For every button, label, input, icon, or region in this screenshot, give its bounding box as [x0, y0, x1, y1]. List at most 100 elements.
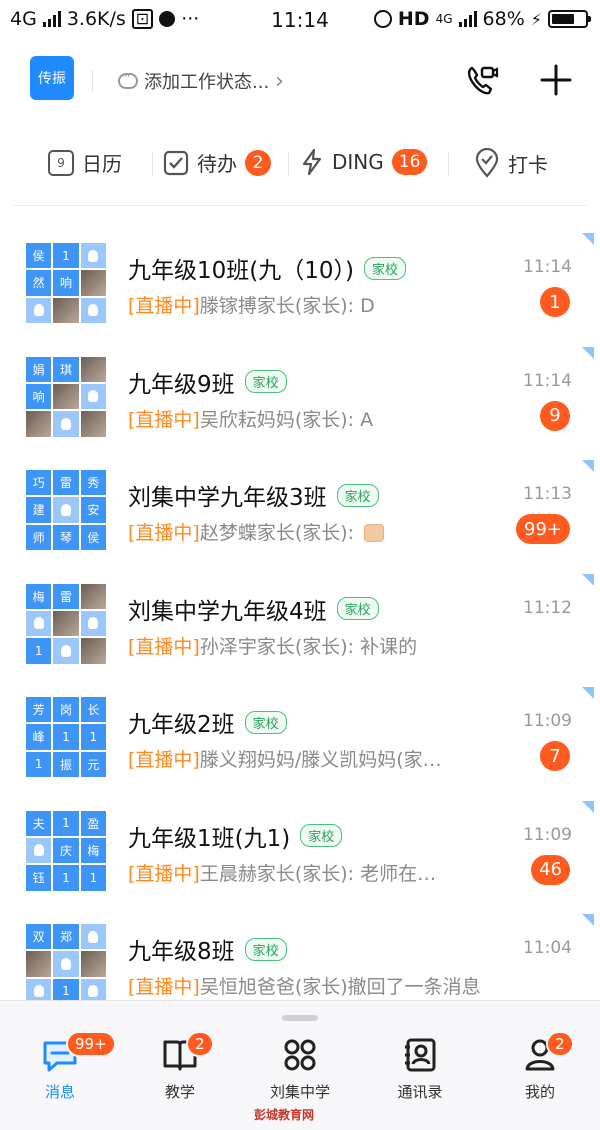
home-school-tag: 家校 [363, 256, 406, 280]
conversation-title-line: 刘集中学九年级3班 家校 [128, 478, 379, 512]
pinned-corner-icon [582, 346, 594, 359]
home-school-tag: 家校 [336, 597, 379, 620]
thumbs-up-icon [364, 524, 385, 542]
conversation-title-line: 九年级2班 家校 [128, 705, 287, 739]
avatar-cell [80, 297, 106, 323]
tab-teaching[interactable]: 教学 2 [120, 1031, 240, 1102]
conversation-title: 九年级2班 [128, 712, 235, 738]
tab-label: 教学 [164, 1083, 195, 1101]
avatar-cell: 响 [26, 383, 52, 410]
home-school-tag: 家校 [244, 710, 287, 734]
conversation-row[interactable]: 巧雷秀建 安师琴侯 刘集中学九年级3班 家校 11:13 [直播中]赵梦蝶家长(家… [0, 452, 600, 565]
pinned-corner-icon [582, 573, 594, 586]
avatar-cell: 岗 [53, 697, 79, 723]
tab-school[interactable]: 刘集中学 [240, 1037, 360, 1102]
conversation-time: 11:09 [523, 824, 572, 845]
org-badge[interactable]: 传振 [30, 56, 74, 100]
avatar-cell: 双 [26, 924, 52, 950]
checkin-button[interactable]: 打卡 [474, 148, 548, 178]
live-indicator: [直播中] [128, 408, 200, 431]
conversation-row[interactable]: 梅雷 1 刘集中学九年级4班 家校 11:12 [直播中]孙泽宇家长(家长): 补… [0, 566, 600, 679]
avatar-cell: 振 [53, 751, 79, 777]
phone-video-icon [467, 66, 499, 95]
preview-text: 孙泽宇家长(家长): 补课的 [199, 635, 418, 658]
conversation-time: 11:13 [523, 484, 572, 504]
unread-badge: 46 [531, 854, 570, 885]
live-indicator: [直播中] [128, 635, 200, 658]
avatar-cell [53, 610, 79, 637]
unread-badge: 7 [540, 741, 570, 771]
preview-text: 吴欣耘妈妈(家长): A [199, 408, 374, 431]
network-right-label: 4G [435, 12, 453, 26]
pinned-corner-icon [582, 800, 594, 813]
quick-bar: 9 日历 待办 2 DING 16 打卡 [0, 140, 600, 190]
avatar-cell: 1 [53, 865, 79, 891]
tab-badge: 2 [546, 1031, 574, 1057]
avatar-cell [26, 411, 52, 437]
conversation-title: 九年级10班(九（10）) [128, 258, 354, 284]
conversation-row[interactable]: 芳岗长峰111振元 九年级2班 家校 11:09 [直播中]滕义翔妈妈/滕义凯妈… [0, 679, 600, 792]
avatar-cell [53, 383, 79, 410]
video-call-button[interactable] [462, 60, 502, 100]
avatar-cell [80, 583, 106, 609]
avatar-cell [80, 356, 106, 382]
avatar-cell: 峰 [26, 724, 52, 750]
conversation-preview: [直播中]王晨赫家长(家长): 老师在… [128, 859, 518, 886]
avatar-cell: 1 [53, 243, 79, 269]
tab-label: 通讯录 [397, 1083, 443, 1101]
conversation-row[interactable]: 侯1然响 九年级10班(九（10）) 家校 11:14 [直播中]滕镓搏家长(家… [0, 225, 600, 338]
ding-label: DING [332, 150, 384, 174]
avatar-cell [80, 951, 106, 977]
add-button[interactable] [536, 60, 576, 100]
live-indicator: [直播中] [128, 295, 200, 317]
group-avatar: 夫1盈庆梅钰11 [26, 810, 106, 891]
preview-text: 王晨赫家长(家长): 老师在… [199, 862, 437, 885]
conversation-preview: [直播中]吴欣耘妈妈(家长): A [128, 405, 518, 432]
tab-me[interactable]: 我的 2 [480, 1031, 600, 1102]
avatar-cell [26, 610, 52, 637]
todo-badge: 2 [245, 149, 271, 176]
avatar-cell [80, 243, 106, 269]
calendar-button[interactable]: 9 日历 [48, 148, 122, 177]
home-school-tag: 家校 [244, 370, 287, 393]
conversation-row[interactable]: 娟琪响 九年级9班 家校 11:14 [直播中]吴欣耘妈妈(家长): A 9 [0, 339, 600, 452]
tab-badge: 2 [186, 1031, 214, 1057]
tab-messages[interactable]: 消息 99+ [0, 1031, 120, 1102]
ding-badge: 16 [391, 149, 428, 175]
conversation-title: 九年级1班(九1) [128, 825, 291, 852]
avatar-cell: 郑 [53, 924, 79, 950]
avatar-cell [80, 270, 106, 296]
battery-icon [548, 10, 591, 28]
avatar-cell: 1 [80, 865, 106, 891]
drag-handle[interactable] [282, 1015, 318, 1021]
grid-icon [284, 1039, 316, 1071]
avatar-cell: 侯 [26, 243, 52, 269]
work-status-button[interactable]: 添加工作状态... › [118, 68, 284, 94]
pinned-corner-icon [582, 460, 594, 472]
avatar-cell: 雷 [53, 470, 79, 496]
avatar-cell: 巧 [26, 470, 52, 496]
header-divider [92, 70, 93, 92]
quickbar-divider [448, 152, 449, 176]
hd-label: HD [397, 8, 430, 30]
live-indicator: [直播中] [128, 862, 200, 885]
live-indicator: [直播中] [128, 522, 200, 544]
ding-button[interactable]: DING 16 [300, 148, 428, 176]
avatar-cell [53, 297, 79, 323]
avatar-cell: 1 [26, 751, 52, 777]
conversation-row[interactable]: 夫1盈庆梅钰11 九年级1班(九1) 家校 11:09 [直播中]王晨赫家长(家… [0, 793, 600, 906]
avatar-cell: 钰 [26, 865, 52, 891]
calendar-label: 日历 [82, 152, 122, 176]
avatar-cell: 娟 [26, 356, 52, 382]
avatar-cell [53, 951, 79, 977]
tab-contacts[interactable]: 通讯录 [360, 1037, 480, 1102]
home-school-tag: 家校 [300, 824, 343, 847]
avatar-cell [26, 951, 52, 977]
home-school-tag: 家校 [244, 937, 287, 961]
todo-button[interactable]: 待办 2 [163, 148, 271, 177]
avatar-cell: 建 [26, 497, 52, 523]
conversation-preview: [直播中]赵梦蝶家长(家长): [128, 518, 518, 545]
avatar-cell [80, 411, 106, 437]
avatar-cell: 盈 [80, 810, 106, 836]
avatar-cell [26, 297, 52, 323]
